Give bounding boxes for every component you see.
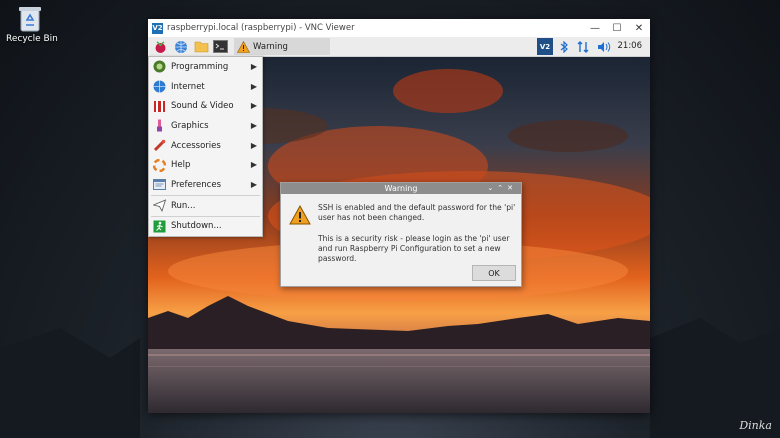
menu-item-shutdown[interactable]: Shutdown... [149, 217, 262, 237]
menu-item-label: Shutdown... [171, 221, 222, 232]
menu-item-label: Internet [171, 81, 205, 92]
dialog-message-line2: This is a security risk - please login a… [318, 233, 510, 264]
app-menu: Programming ▶ Internet ▶ Sound & Video ▶… [148, 56, 263, 238]
warning-dialog: Warning ⌄⌃✕ SSH is enabled and the defau… [280, 182, 522, 287]
menu-item-preferences[interactable]: Preferences ▶ [149, 175, 262, 195]
file-manager-icon[interactable] [193, 39, 209, 54]
dialog-chevron-up-icon[interactable]: ⌃ [497, 184, 507, 192]
chevron-right-icon: ▶ [250, 101, 257, 111]
menu-item-label: Sound & Video [171, 101, 234, 112]
chevron-right-icon: ▶ [250, 180, 257, 190]
vnc-title: raspberrypi.local (raspberrypi) - VNC Vi… [167, 23, 355, 33]
terminal-icon[interactable] [212, 39, 228, 54]
menu-item-graphics[interactable]: Graphics ▶ [149, 116, 262, 136]
dialog-close-icon[interactable]: ✕ [507, 184, 517, 192]
warning-icon [237, 40, 250, 53]
programming-icon [153, 60, 166, 73]
menu-item-label: Run... [171, 200, 196, 211]
network-icon[interactable] [576, 38, 590, 55]
dialog-message: SSH is enabled and the default password … [318, 203, 518, 274]
menu-item-label: Accessories [171, 140, 221, 151]
dialog-title-bar[interactable]: Warning ⌄⌃✕ [281, 183, 521, 194]
recycle-bin-icon [19, 7, 41, 32]
globe-icon [153, 80, 166, 93]
menu-item-programming[interactable]: Programming ▶ [149, 57, 262, 77]
sound-video-icon [153, 100, 166, 113]
recycle-bin[interactable]: Recycle Bin [6, 4, 58, 44]
menu-item-internet[interactable]: Internet ▶ [149, 77, 262, 97]
lifebuoy-icon [153, 158, 166, 172]
chevron-right-icon: ▶ [250, 121, 257, 131]
exit-icon [153, 220, 166, 233]
chevron-right-icon: ▶ [250, 140, 257, 150]
menu-item-label: Preferences [171, 179, 221, 190]
menu-item-label: Help [171, 160, 191, 171]
vnc-tray-icon[interactable]: V2 [537, 38, 553, 55]
paper-plane-icon [153, 199, 166, 213]
clock: 21:06 [617, 41, 643, 51]
signature: Dinka [739, 419, 772, 432]
vnc-logo-icon: V2 [152, 22, 163, 34]
recycle-bin-label: Recycle Bin [6, 34, 58, 44]
menu-item-sound-video[interactable]: Sound & Video ▶ [149, 96, 262, 116]
close-icon[interactable]: ✕ [628, 23, 650, 34]
bluetooth-icon[interactable] [558, 38, 570, 55]
minimize-icon[interactable]: — [584, 23, 606, 34]
taskbar-warning-label: Warning [253, 41, 288, 52]
menu-item-run[interactable]: Run... [149, 196, 262, 216]
dialog-title: Warning [384, 184, 418, 193]
pi-taskbar: Warning V2 21:06 [148, 37, 650, 57]
maximize-icon[interactable]: ☐ [606, 23, 628, 34]
paintbrush-icon [153, 119, 166, 132]
raspberry-menu-icon[interactable] [152, 39, 168, 54]
browser-icon[interactable] [173, 39, 189, 54]
preferences-icon [153, 178, 166, 191]
menu-item-help[interactable]: Help ▶ [149, 155, 262, 175]
chevron-right-icon: ▶ [250, 160, 257, 170]
dialog-message-line1: SSH is enabled and the default password … [318, 203, 516, 223]
menu-item-label: Programming [171, 61, 229, 72]
menu-item-label: Graphics [171, 120, 209, 131]
taskbar-warning-button[interactable]: Warning [234, 38, 330, 55]
accessories-icon [153, 139, 166, 152]
menu-item-accessories[interactable]: Accessories ▶ [149, 136, 262, 156]
warning-icon [289, 205, 311, 225]
dialog-chevron-down-icon[interactable]: ⌄ [487, 184, 497, 192]
ok-button[interactable]: OK [472, 265, 516, 281]
vnc-title-bar[interactable]: V2 raspberrypi.local (raspberrypi) - VNC… [148, 19, 650, 37]
chevron-right-icon: ▶ [250, 62, 257, 71]
volume-icon[interactable] [596, 38, 612, 55]
chevron-right-icon: ▶ [250, 81, 257, 91]
